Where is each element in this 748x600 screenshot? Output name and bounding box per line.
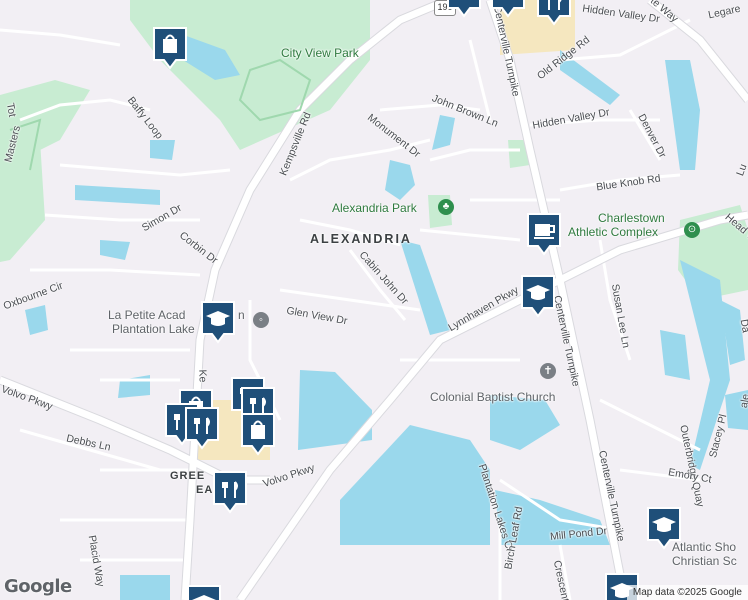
place-label-alexandria-park[interactable]: Alexandria Park bbox=[332, 202, 417, 214]
place-label-colonial-baptist[interactable]: Colonial Baptist Church bbox=[430, 391, 555, 403]
place-label-la-petite-tail: n bbox=[238, 308, 245, 322]
sports-marker-icon[interactable]: ⊙ bbox=[684, 222, 700, 238]
church-marker-icon[interactable]: ✝ bbox=[540, 363, 556, 379]
place-label-city-view-park[interactable]: City View Park bbox=[281, 47, 359, 59]
school-pin-la-petite[interactable] bbox=[200, 300, 236, 344]
restaurant-pin-cluster-4[interactable] bbox=[184, 406, 220, 450]
neighborhood-label-alexandria: ALEXANDRIA bbox=[310, 232, 412, 246]
google-logo[interactable]: Google bbox=[4, 576, 72, 597]
place-label-athletic-complex[interactable]: Athletic Complex bbox=[568, 226, 658, 238]
street-label-da: Da bbox=[737, 318, 748, 334]
shopping-pin-top-center[interactable] bbox=[446, 0, 482, 18]
school-pin-atlantic[interactable] bbox=[646, 506, 682, 550]
place-label-la-petite-1[interactable]: La Petite Acad bbox=[108, 309, 185, 321]
place-label-plantation-lake[interactable]: Plantation Lake bbox=[112, 323, 195, 335]
shopping-pin-top[interactable] bbox=[152, 26, 188, 70]
map-canvas[interactable]: 190 Kempsville Rd Ke Centerville Turnpik… bbox=[0, 0, 748, 600]
street-label-tot: Tot bbox=[3, 102, 19, 118]
map-base-layer bbox=[0, 0, 748, 600]
park-marker-icon[interactable]: ♣ bbox=[438, 199, 454, 215]
restaurant-pin-greenbrier[interactable] bbox=[212, 470, 248, 514]
shopping-pin-cluster[interactable] bbox=[240, 412, 276, 456]
info-marker-icon[interactable]: ◦ bbox=[253, 312, 269, 328]
pin-bottom-left[interactable] bbox=[186, 584, 222, 600]
map-attribution[interactable]: Map data ©2025 Google bbox=[626, 585, 748, 600]
shopping-pin-top-center-2[interactable] bbox=[490, 0, 526, 18]
place-label-charlestown[interactable]: Charlestown bbox=[598, 212, 665, 224]
cafe-pin[interactable] bbox=[526, 212, 562, 256]
school-pin-lynnhaven[interactable] bbox=[520, 274, 556, 318]
street-label-ale: ale bbox=[737, 393, 748, 409]
street-label-kempsville-lower: Ke bbox=[196, 369, 209, 383]
shopping-pin-top-right[interactable] bbox=[536, 0, 572, 26]
place-label-atlantic-2[interactable]: Christian Sc bbox=[672, 555, 737, 567]
place-label-green-2: EA bbox=[196, 484, 214, 496]
place-label-green-1: GREE bbox=[170, 470, 206, 482]
